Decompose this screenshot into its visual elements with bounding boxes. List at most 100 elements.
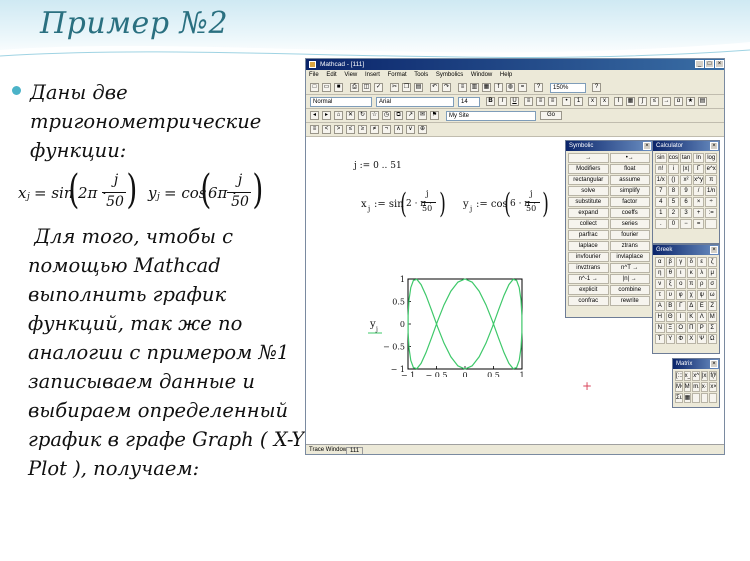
greek-button[interactable]: ε xyxy=(697,257,707,267)
menu-view[interactable]: View xyxy=(344,72,357,78)
symbolic-button[interactable]: laplace xyxy=(568,241,609,251)
calculator-button[interactable]: = xyxy=(692,219,705,229)
greek-button[interactable]: Μ xyxy=(707,312,717,322)
greek-button[interactable]: λ xyxy=(697,268,707,278)
insert-matrix-icon[interactable]: ▦ xyxy=(482,83,491,92)
calculator-button[interactable]: 1 xyxy=(655,208,667,218)
symbolic-close-icon[interactable]: × xyxy=(643,142,651,150)
symbolic-button[interactable]: combine xyxy=(609,285,650,295)
paste-icon[interactable]: ▤ xyxy=(414,83,423,92)
symbolic-button[interactable]: float xyxy=(609,164,650,174)
greek-button[interactable]: γ xyxy=(676,257,686,267)
greek-button[interactable]: Σ xyxy=(707,323,717,333)
home-icon[interactable]: ⌂ xyxy=(334,111,343,120)
go-button[interactable]: Go xyxy=(540,111,562,120)
calculator-button[interactable]: n! xyxy=(655,164,667,174)
matrix-palette-icon[interactable]: ▦ xyxy=(626,97,635,106)
calculator-button[interactable]: 7 xyxy=(655,186,667,196)
calculator-close-icon[interactable]: × xyxy=(710,142,718,150)
calculator-button[interactable]: i xyxy=(667,164,680,174)
new-icon[interactable]: □ xyxy=(310,83,319,92)
matrix-button[interactable]: |x| xyxy=(700,371,709,381)
greek-button[interactable]: Θ xyxy=(665,312,675,322)
greek-button[interactable]: Ω xyxy=(707,334,717,344)
greek-button[interactable]: β xyxy=(665,257,675,267)
greek-button[interactable]: ω xyxy=(707,290,717,300)
calculator-button[interactable]: x² xyxy=(680,175,692,185)
menu-window[interactable]: Window xyxy=(471,72,492,78)
greek-button[interactable]: Α xyxy=(655,301,665,311)
greek-button[interactable]: ν xyxy=(655,279,665,289)
matrix-button[interactable] xyxy=(692,393,700,403)
greek-button[interactable]: ρ xyxy=(697,279,707,289)
italic-icon[interactable]: I xyxy=(498,97,507,106)
superscript-icon[interactable]: x xyxy=(600,97,609,106)
graph-palette-icon[interactable]: ⌇ xyxy=(614,97,623,106)
insert-graph-icon[interactable]: ▥ xyxy=(470,83,479,92)
greek-button[interactable]: Τ xyxy=(655,334,665,344)
menu-symbolics[interactable]: Symbolics xyxy=(436,72,463,78)
greek-button[interactable]: Φ xyxy=(676,334,686,344)
calculator-button[interactable]: Γ xyxy=(692,164,705,174)
subscript-icon[interactable]: x xyxy=(588,97,597,106)
symbolic-button[interactable]: |n| → xyxy=(609,274,650,284)
greek-button[interactable]: Ξ xyxy=(665,323,675,333)
symbolic-button[interactable]: parfrac xyxy=(568,230,609,240)
redo-icon[interactable]: ↷ xyxy=(442,83,451,92)
save-icon[interactable]: ■ xyxy=(334,83,343,92)
symbolic-button[interactable]: explicit xyxy=(568,285,609,295)
xor-icon[interactable]: ⊕ xyxy=(418,125,427,134)
symbolic-button[interactable]: coeffs xyxy=(609,208,650,218)
calculator-button[interactable]: |x| xyxy=(680,164,692,174)
menu-insert[interactable]: Insert xyxy=(365,72,380,78)
cut-icon[interactable]: ✂ xyxy=(390,83,399,92)
xy-plot[interactable]: − 1− 0.500.5110.50− 0.5− 1yjxj xyxy=(306,137,566,377)
symbolic-button[interactable]: solve xyxy=(568,186,609,196)
symbolic-button[interactable]: rewrite xyxy=(609,296,650,306)
bold-icon[interactable]: B xyxy=(486,97,495,106)
greater-than-icon[interactable]: > xyxy=(334,125,343,134)
copy-link-icon[interactable]: ⧉ xyxy=(394,111,403,120)
matrix-button[interactable]: f(M) xyxy=(709,371,717,381)
greek-button[interactable]: Υ xyxy=(665,334,675,344)
greek-button[interactable]: ξ xyxy=(665,279,675,289)
calculus-palette-icon[interactable]: ∫ xyxy=(638,97,647,106)
greek-button[interactable]: μ xyxy=(707,268,717,278)
greek-button[interactable]: θ xyxy=(665,268,675,278)
symbolic-button[interactable]: assume xyxy=(609,175,650,185)
help-icon[interactable]: ? xyxy=(592,83,601,92)
greek-button[interactable]: χ xyxy=(686,290,696,300)
symbolic-button[interactable]: n^T → xyxy=(609,263,650,273)
bullets-icon[interactable]: • xyxy=(562,97,571,106)
matrix-button[interactable]: [:::] xyxy=(675,371,683,381)
copy-icon[interactable]: ❐ xyxy=(402,83,411,92)
symbolic-palette-icon[interactable]: ★ xyxy=(686,97,695,106)
calculator-button[interactable]: := xyxy=(705,208,717,218)
greek-button[interactable]: Χ xyxy=(686,334,696,344)
symbolic-button[interactable]: fourier xyxy=(609,230,650,240)
calculator-button[interactable]: log xyxy=(705,153,717,163)
bookmark-icon[interactable]: ⚑ xyxy=(430,111,439,120)
symbolic-button[interactable]: series xyxy=(609,219,650,229)
style-select[interactable]: Normal xyxy=(310,97,372,107)
symbolic-button[interactable]: invztrans xyxy=(568,263,609,273)
minimize-button[interactable]: _ xyxy=(695,60,704,68)
menu-file[interactable]: File xyxy=(309,72,319,78)
greek-palette-icon[interactable]: α xyxy=(674,97,683,106)
calculator-button[interactable]: x^y xyxy=(692,175,705,185)
back-icon[interactable]: ◂ xyxy=(310,111,319,120)
calculator-button[interactable]: ln xyxy=(692,153,705,163)
calculator-button[interactable]: 0 xyxy=(667,219,680,229)
symbolic-button[interactable]: invfourier xyxy=(568,252,609,262)
greek-button[interactable]: ζ xyxy=(707,257,717,267)
matrix-button[interactable]: x×y xyxy=(709,382,717,392)
matrix-button[interactable]: Σu xyxy=(675,393,683,403)
calculator-button[interactable]: 6 xyxy=(680,197,692,207)
calculator-button[interactable]: / xyxy=(692,186,705,196)
calculator-button[interactable]: () xyxy=(667,175,680,185)
symbolic-button[interactable]: substitute xyxy=(568,197,609,207)
font-select[interactable]: Arial xyxy=(376,97,454,107)
symbolic-button[interactable]: •→ xyxy=(609,153,650,163)
less-equal-icon[interactable]: ≤ xyxy=(346,125,355,134)
matrix-button[interactable]: M^T xyxy=(683,382,692,392)
